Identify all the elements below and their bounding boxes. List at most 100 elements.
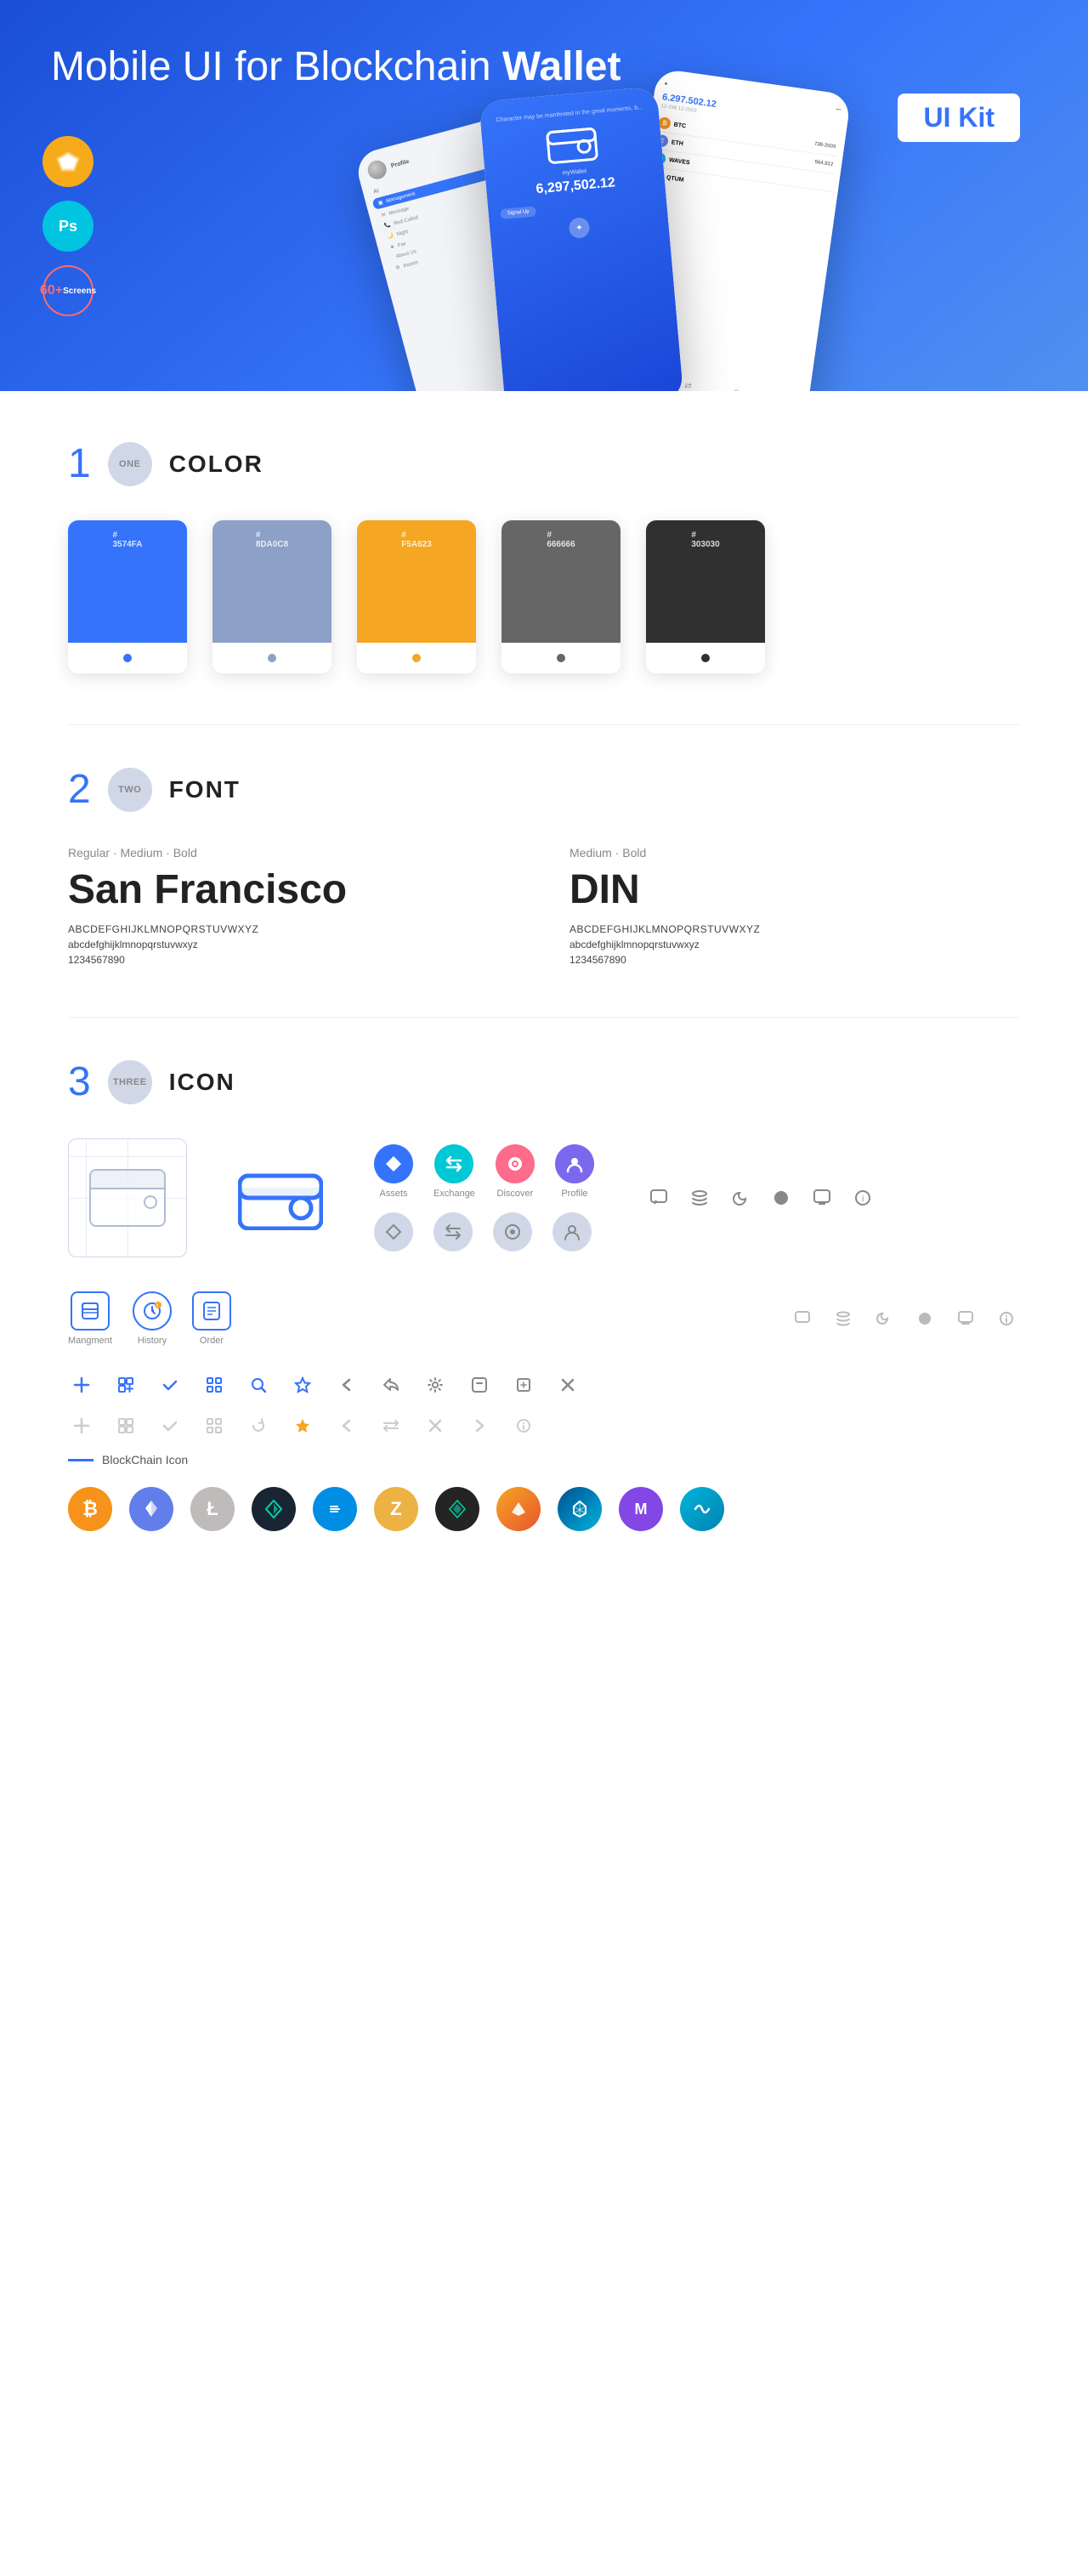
font-din: Medium · Bold DIN ABCDEFGHIJKLMNOPQRSTUV… — [570, 846, 1020, 966]
icon-section-number: 3 — [68, 1062, 91, 1103]
icon-assets: Assets — [374, 1144, 413, 1199]
color-card-dark: #303030 — [646, 520, 765, 673]
nav-icons-group: Assets Exchange — [374, 1144, 594, 1251]
icon-section: 3 THREE ICON — [68, 1060, 1020, 1531]
icon-section-title: ICON — [169, 1069, 235, 1096]
history-icon: ! — [133, 1291, 172, 1331]
font-section: 2 TWO FONT Regular · Medium · Bold San F… — [68, 768, 1020, 966]
icon-exchange-outline — [434, 1212, 473, 1251]
screens-badge: 60+ Screens — [42, 265, 94, 316]
icon-section-header: 3 THREE ICON — [68, 1060, 1020, 1104]
icon-profile: Profile — [555, 1144, 594, 1199]
misc-small-icons: i — [645, 1184, 876, 1211]
discover-icon — [496, 1144, 535, 1183]
color-card-slate: #8DA0C8 — [212, 520, 332, 673]
check-icon — [156, 1371, 184, 1399]
circle-icon — [768, 1184, 795, 1211]
exchange-outline-icon — [434, 1212, 473, 1251]
order-icon — [192, 1291, 231, 1331]
color-card-blue: #3574FA — [68, 520, 187, 673]
share-icon — [377, 1371, 405, 1399]
info-gray-icon — [510, 1412, 537, 1439]
font-din-uppercase: ABCDEFGHIJKLMNOPQRSTUVWXYZ — [570, 923, 1020, 935]
main-content: 1 ONE COLOR #3574FA #8DA0C8 — [0, 391, 1088, 1582]
scan-gray-icon — [201, 1412, 228, 1439]
moon-icon — [727, 1184, 754, 1211]
phone-mockup-2: Character may be manifested in the great… — [479, 87, 683, 391]
msg-small-icon — [952, 1305, 979, 1332]
icon-assets-outline — [374, 1212, 413, 1251]
dot-small-icon — [911, 1305, 938, 1332]
font-section-header: 2 TWO FONT — [68, 768, 1020, 812]
ps-badge: Ps — [42, 201, 94, 252]
search-icon — [245, 1371, 272, 1399]
small-misc-icons-row — [789, 1305, 1020, 1332]
ui-kit-badge: UI Kit — [898, 94, 1020, 142]
settings-icon — [422, 1371, 449, 1399]
chat-icon — [645, 1184, 672, 1211]
font-sf-name: San Francisco — [68, 866, 518, 913]
ethereum-icon — [129, 1487, 173, 1531]
upload-icon — [466, 1371, 493, 1399]
icon-exchange: Exchange — [434, 1144, 475, 1199]
stack-icon — [686, 1184, 713, 1211]
font-din-styles: Medium · Bold — [570, 846, 1020, 860]
utility-icons-row2 — [68, 1412, 1020, 1439]
grid-add-icon — [112, 1371, 139, 1399]
ark-icon — [496, 1487, 541, 1531]
profile-outline-icon — [552, 1212, 592, 1251]
crypto-icons-row: ₿ Ł Z — [68, 1487, 1020, 1531]
font-sf-numbers: 1234567890 — [68, 954, 518, 966]
icon-order: Order — [192, 1291, 231, 1346]
icon-management: Mangment — [68, 1291, 112, 1346]
plus-icon — [68, 1371, 95, 1399]
back-gray-icon — [333, 1412, 360, 1439]
blockchain-line — [68, 1459, 94, 1461]
zcash-icon: Z — [374, 1487, 418, 1531]
litecoin-icon: Ł — [190, 1487, 235, 1531]
check-gray-icon — [156, 1412, 184, 1439]
font-din-name: DIN — [570, 866, 1020, 913]
icon-showcase: Assets Exchange — [68, 1138, 1020, 1257]
x-gray-icon — [422, 1412, 449, 1439]
color-card-gray: #666666 — [502, 520, 620, 673]
chat-small-icon — [789, 1305, 816, 1332]
info-small-icon — [993, 1305, 1020, 1332]
color-section-title: COLOR — [169, 451, 264, 478]
icon-blueprint — [68, 1138, 187, 1257]
grid-gray-icon — [112, 1412, 139, 1439]
matic-icon: M — [619, 1487, 663, 1531]
blockchain-label: BlockChain Icon — [68, 1453, 1020, 1467]
color-swatches: #3574FA #8DA0C8 #F5A623 — [68, 520, 1020, 673]
bitcoin-icon: ₿ — [68, 1487, 112, 1531]
icon-history: ! History — [133, 1291, 172, 1346]
font-din-numbers: 1234567890 — [570, 954, 1020, 966]
management-icon — [71, 1291, 110, 1331]
sketch-badge — [42, 136, 94, 187]
icon-discover-outline — [493, 1212, 532, 1251]
font-sf-uppercase: ABCDEFGHIJKLMNOPQRSTUVWXYZ — [68, 923, 518, 935]
color-section-number: 1 — [68, 444, 91, 485]
layers-small-icon — [830, 1305, 857, 1332]
dash-icon — [313, 1487, 357, 1531]
discover-outline-icon — [493, 1212, 532, 1251]
close-icon — [554, 1371, 581, 1399]
scan-icon — [201, 1371, 228, 1399]
color-card-orange: #F5A623 — [357, 520, 476, 673]
divider-1 — [68, 724, 1020, 725]
iota-icon — [435, 1487, 479, 1531]
color-section-header: 1 ONE COLOR — [68, 442, 1020, 486]
sky-icon — [680, 1487, 724, 1531]
font-sf-styles: Regular · Medium · Bold — [68, 846, 518, 860]
message-icon — [808, 1184, 836, 1211]
info-icon: i — [849, 1184, 876, 1211]
icon-wallet-filled — [221, 1138, 340, 1257]
hero-section: Mobile UI for Blockchain Wallet UI Kit P… — [0, 0, 1088, 391]
color-section-circle: ONE — [108, 442, 152, 486]
icon-discover: Discover — [496, 1144, 535, 1199]
blockchain-label-text: BlockChain Icon — [102, 1453, 188, 1467]
font-examples: Regular · Medium · Bold San Francisco AB… — [68, 846, 1020, 966]
wingriders-icon — [252, 1487, 296, 1531]
star-icon — [289, 1371, 316, 1399]
font-sf-lowercase: abcdefghijklmnopqrstuvwxyz — [68, 939, 518, 950]
